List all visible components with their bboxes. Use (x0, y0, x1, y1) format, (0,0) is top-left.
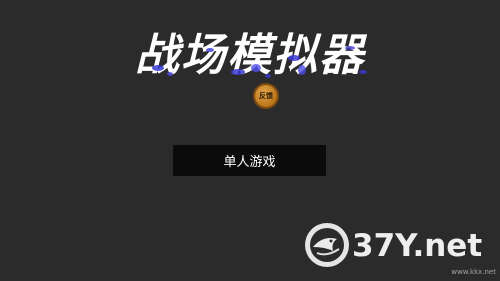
single-player-label: 单人游戏 (223, 155, 276, 170)
game-title-screen: 战场模拟器 反馈 单人游戏 37Y.net www.kkx.net (0, 0, 500, 281)
watermark-logo-icon (305, 223, 349, 267)
watermark-brand: 37Y.net (352, 228, 483, 264)
game-title-area: 战场模拟器 (118, 28, 382, 84)
single-player-button[interactable]: 单人游戏 (173, 145, 326, 176)
feedback-badge[interactable]: 反馈 (253, 83, 279, 109)
game-title: 战场模拟器 (135, 30, 365, 81)
watermark-url: www.kkx.net (451, 268, 496, 276)
feedback-badge-label: 反馈 (259, 92, 273, 100)
